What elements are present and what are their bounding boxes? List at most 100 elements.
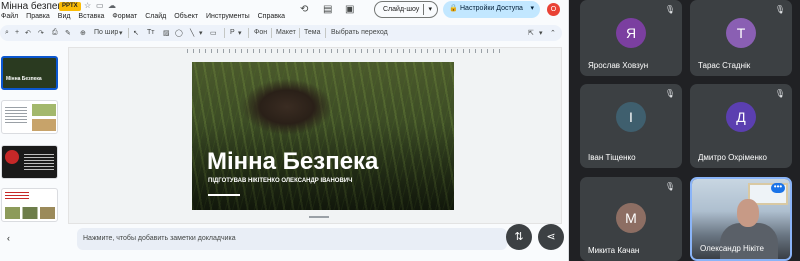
menu-insert[interactable]: Вставка bbox=[78, 13, 104, 20]
chevron-down-icon[interactable]: ▾ bbox=[428, 5, 432, 13]
thumbnail-image bbox=[5, 207, 55, 219]
star-icon[interactable]: ☆ bbox=[84, 1, 91, 10]
toolbar-divider bbox=[299, 28, 300, 38]
participant-video-tile[interactable]: ••• Олександр Нікіте bbox=[690, 177, 792, 261]
layout-button[interactable]: Макет bbox=[276, 29, 296, 36]
menu-tools[interactable]: Инструменты bbox=[206, 13, 250, 20]
text-style-icon[interactable]: Р bbox=[230, 29, 235, 36]
cloud-icon[interactable]: ☁ bbox=[108, 1, 116, 10]
menu-bar: Файл Правка Вид Вставка Формат Слайд Объ… bbox=[0, 13, 290, 23]
file-type-badge: PPTX bbox=[59, 2, 81, 11]
share-button[interactable]: 🔒 Настройки Доступа ▾ bbox=[443, 1, 540, 18]
chevron-down-icon[interactable]: ▾ bbox=[119, 29, 123, 37]
slide-thumbnail[interactable] bbox=[1, 100, 58, 134]
thumbnail-text bbox=[24, 154, 54, 170]
speaker-notes[interactable]: Нажмите, чтобы добавить заметки докладчи… bbox=[77, 228, 507, 250]
mic-off-icon: 🎙 bbox=[664, 5, 676, 14]
toolbar-divider bbox=[248, 28, 249, 38]
folder-icon[interactable]: ▭ bbox=[96, 1, 104, 10]
avatar: Я bbox=[616, 18, 646, 48]
participant-name: Олександр Нікіте bbox=[700, 244, 764, 253]
zoom-icon[interactable]: ⊕ bbox=[80, 29, 86, 37]
background-button[interactable]: Фон bbox=[254, 29, 267, 36]
participant-tile[interactable]: Я 🎙 Ярослав Ховзун bbox=[580, 0, 682, 76]
slide-thumbnail[interactable]: Мінна Безпека bbox=[1, 56, 58, 90]
notes-resize-handle[interactable] bbox=[309, 216, 329, 218]
participant-name: Ярослав Ховзун bbox=[588, 61, 649, 70]
shape-icon[interactable]: ◯ bbox=[175, 29, 183, 37]
redo-icon[interactable]: ↷ bbox=[38, 29, 44, 37]
account-avatar[interactable]: О bbox=[547, 3, 560, 16]
chevron-down-icon[interactable]: ▾ bbox=[238, 29, 242, 37]
sort-arrows-icon: ⇅ bbox=[514, 231, 524, 243]
participant-name: Дмитро Охріменко bbox=[698, 153, 767, 162]
thumbnail-image bbox=[32, 119, 56, 131]
history-icon[interactable]: ⟲ bbox=[300, 4, 308, 15]
share-screen-button[interactable]: ⋖ bbox=[538, 224, 564, 250]
menu-help[interactable]: Справка bbox=[258, 13, 285, 20]
slide-background-image bbox=[192, 62, 454, 210]
current-slide[interactable]: Мінна Безпека ПІДГОТУВАВ НІКІТЕНКО ОЛЕКС… bbox=[192, 62, 454, 210]
toolbar-divider bbox=[271, 28, 272, 38]
comment-add-icon[interactable]: ▭ bbox=[210, 29, 217, 37]
participant-tile[interactable]: Д 🎙 Дмитро Охріменко bbox=[690, 84, 792, 168]
video-call-icon[interactable]: ▣ bbox=[345, 4, 354, 15]
transition-button[interactable]: Выбрать переход bbox=[331, 29, 388, 36]
line-icon[interactable]: ╲ bbox=[190, 29, 194, 37]
thumbnail-title: Мінна Безпека bbox=[6, 76, 42, 82]
speaker-notes-placeholder: Нажмите, чтобы добавить заметки докладчи… bbox=[83, 235, 236, 242]
avatar: М bbox=[616, 203, 646, 233]
text-box-icon[interactable]: Tт bbox=[147, 29, 154, 36]
chevron-down-icon[interactable]: ▾ bbox=[199, 29, 203, 37]
menu-object[interactable]: Объект bbox=[174, 13, 198, 20]
menu-slide[interactable]: Слайд bbox=[145, 13, 166, 20]
menu-view[interactable]: Вид bbox=[58, 13, 71, 20]
search-menus-icon[interactable]: ⌕ bbox=[5, 29, 9, 37]
participant-name: Іван Тіщенко bbox=[588, 153, 636, 162]
mic-off-icon: 🎙 bbox=[774, 5, 786, 14]
menu-format[interactable]: Формат bbox=[112, 13, 137, 20]
share-icon: ⋖ bbox=[546, 231, 556, 243]
chevron-down-icon[interactable]: ▾ bbox=[539, 29, 543, 37]
paint-format-icon[interactable]: ✎ bbox=[65, 29, 71, 37]
participant-tile[interactable]: І 🎙 Іван Тіщенко bbox=[580, 84, 682, 168]
participant-tile[interactable]: Т 🎙 Тарас Стаднік bbox=[690, 0, 792, 76]
slide-subtitle[interactable]: ПІДГОТУВАВ НІКІТЕНКО ОЛЕКСАНДР ІВАНОВИЧ bbox=[208, 178, 352, 184]
slide-title[interactable]: Мінна Безпека bbox=[207, 148, 378, 176]
zoom-select[interactable]: По шир bbox=[94, 29, 118, 36]
explore-button[interactable]: ⇅ bbox=[506, 224, 532, 250]
mic-off-icon: 🎙 bbox=[664, 89, 676, 98]
participant-tile[interactable]: М 🎙 Микита Качан bbox=[580, 177, 682, 261]
video-person bbox=[720, 223, 778, 259]
collapse-toolbar-icon[interactable]: ⌃ bbox=[550, 29, 556, 37]
pointer-mode-icon[interactable]: ⇱ bbox=[528, 29, 534, 37]
ruler bbox=[187, 49, 501, 53]
image-icon[interactable]: ▨ bbox=[163, 29, 170, 37]
slideshow-divider bbox=[423, 4, 424, 15]
chevron-down-icon[interactable]: ▾ bbox=[530, 4, 534, 12]
chevron-left-icon[interactable]: ‹ bbox=[7, 234, 10, 243]
toolbar: ⌕ + ↶ ↷ ⎙ ✎ ⊕ По шир ▾ ↖ Tт ▨ ◯ ╲ ▾ ▭ Р … bbox=[0, 25, 562, 41]
document-title[interactable]: Мінна безпека bbox=[1, 1, 68, 12]
undo-icon[interactable]: ↶ bbox=[25, 29, 31, 37]
add-slide-icon[interactable]: + bbox=[15, 29, 19, 36]
toolbar-divider bbox=[128, 28, 129, 38]
thumbnail-image bbox=[5, 150, 19, 164]
print-icon[interactable]: ⎙ bbox=[52, 29, 58, 37]
avatar: Д bbox=[726, 102, 756, 132]
theme-button[interactable]: Тема bbox=[304, 29, 320, 36]
menu-edit[interactable]: Правка bbox=[26, 13, 50, 20]
more-options-icon[interactable]: ••• bbox=[771, 183, 785, 193]
slide-thumbnail[interactable] bbox=[1, 145, 58, 179]
participant-name: Микита Качан bbox=[588, 246, 640, 255]
toolbar-divider bbox=[325, 28, 326, 38]
slide-filmstrip: Мінна Безпека ‹ bbox=[0, 47, 68, 261]
select-cursor-icon[interactable]: ↖ bbox=[133, 29, 139, 37]
comment-icon[interactable]: ▤ bbox=[323, 4, 332, 15]
menu-file[interactable]: Файл bbox=[1, 13, 18, 20]
mic-off-icon: 🎙 bbox=[664, 182, 676, 191]
slide-thumbnail[interactable] bbox=[1, 188, 58, 222]
share-label: Настройки Доступа bbox=[460, 5, 523, 12]
avatar: І bbox=[616, 102, 646, 132]
slideshow-button[interactable]: Слайд-шоу ▾ bbox=[374, 1, 438, 18]
